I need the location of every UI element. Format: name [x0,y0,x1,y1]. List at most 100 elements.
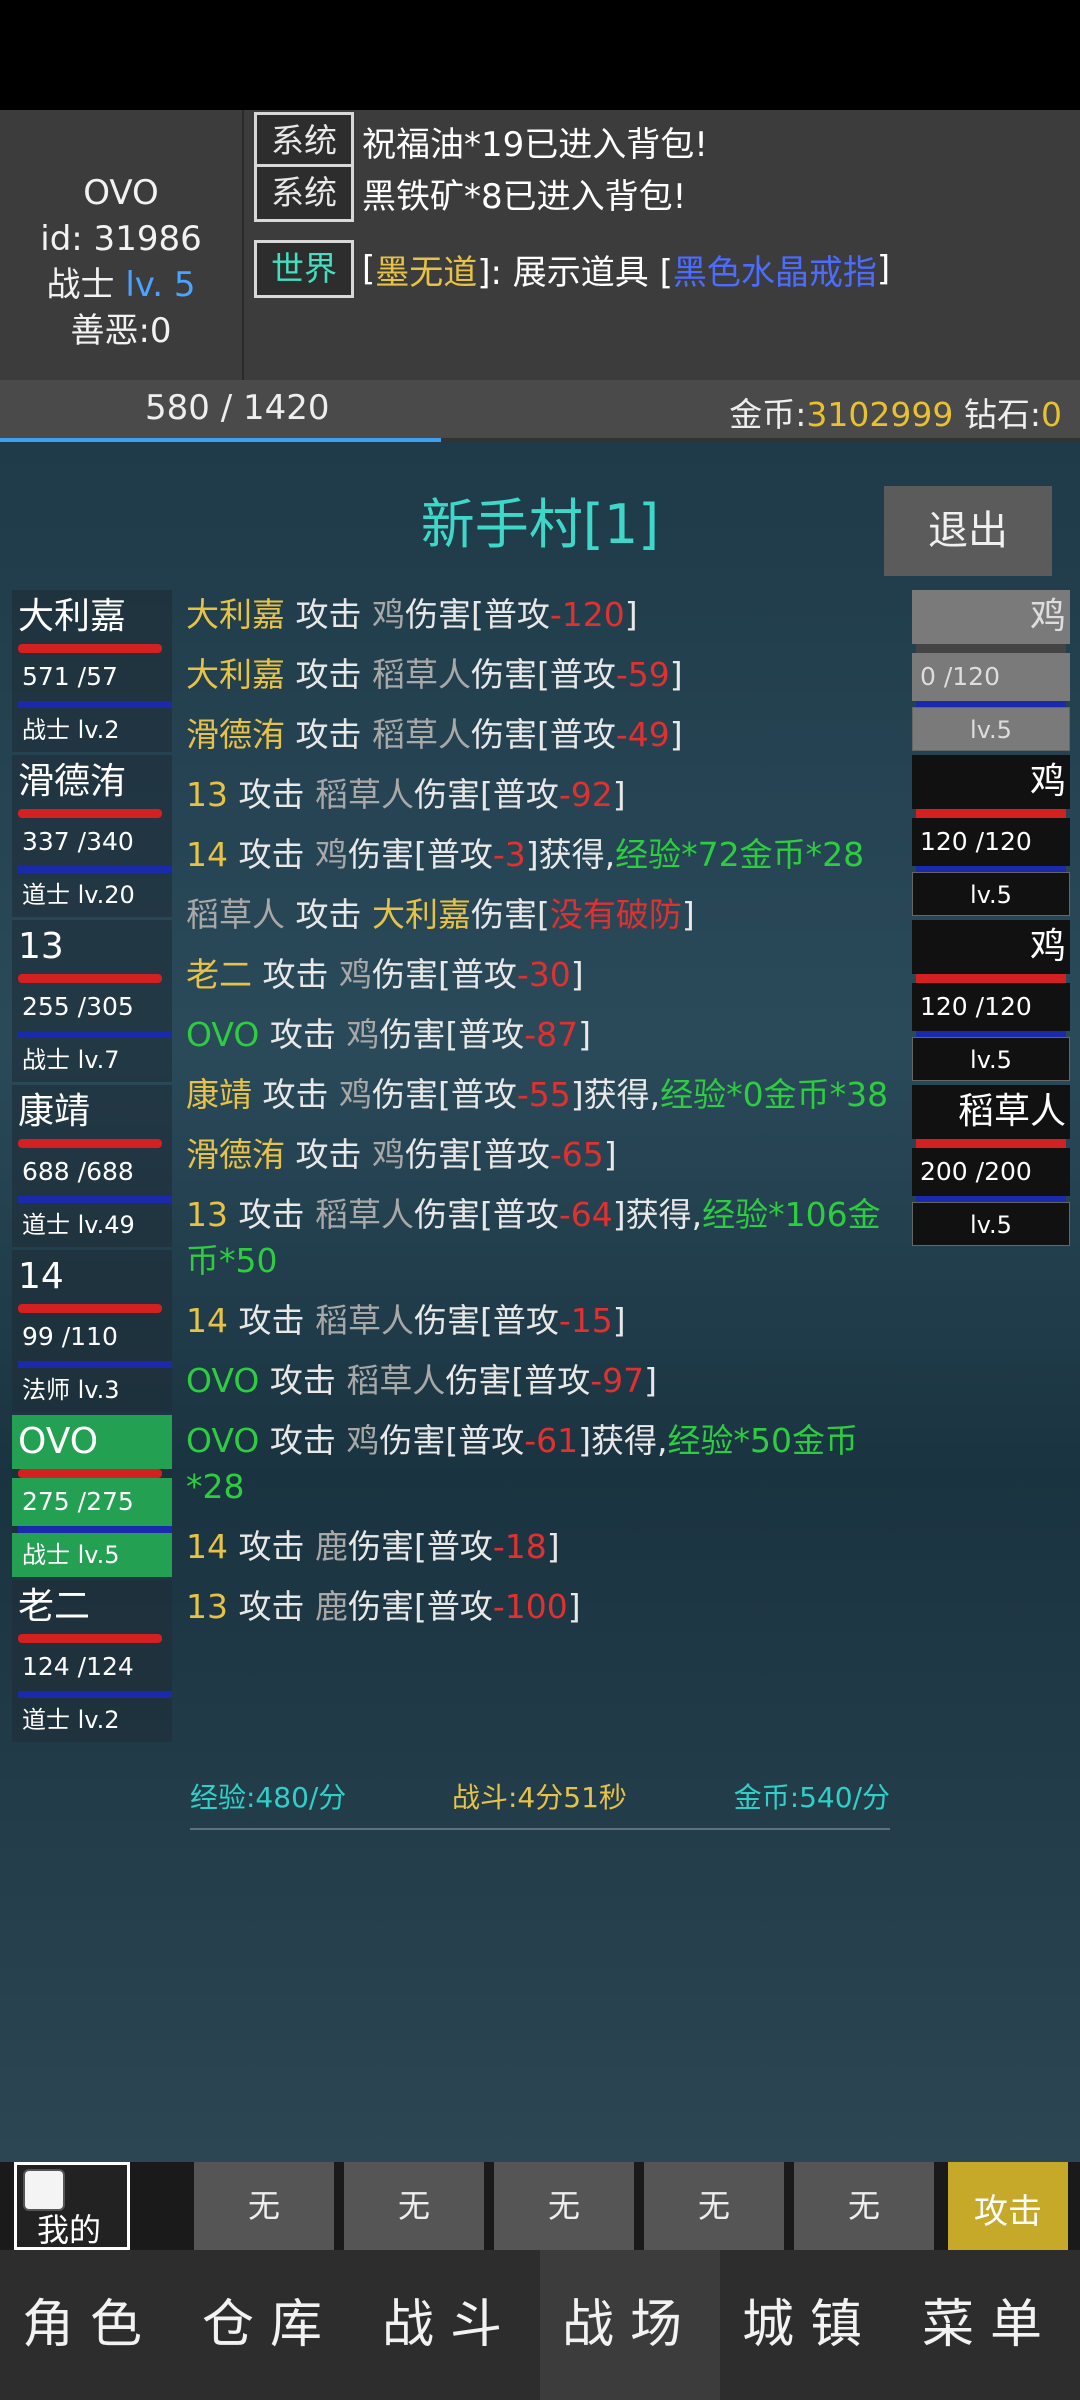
party-member-name: 13 [18,926,64,967]
currency-display: 金币:3102999 钻石:0 [729,388,1062,436]
log-target: 大利嘉 [371,895,471,934]
hp-bar [18,1139,162,1148]
nav-battle[interactable]: 战斗 [360,2250,540,2400]
log-target: 稻草人 [314,1195,414,1234]
battle-log-entry: 滑德洧 攻击 鸡伤害[普攻-65] [186,1132,892,1178]
enemy-card[interactable]: 鸡 120 /120 lv.5 [912,920,1070,1081]
log-damage-value: -100 [492,1587,568,1626]
party-member-class: 道士 lv.49 [22,1211,135,1239]
log-damage-value: -87 [524,1015,579,1054]
enemy-card[interactable]: 鸡 0 /120 lv.5 [912,590,1070,751]
log-verb: 攻击 [252,1075,339,1114]
chat-message: 世界 [墨无道]: 展示道具 [黑色水晶戒指] [254,238,890,300]
party-member-name: 康靖 [18,1091,91,1132]
log-verb: 攻击 [228,835,315,874]
log-attacker: 14 [186,1301,228,1340]
log-damage-type: 伤害[ [470,895,550,934]
log-reward: 经验*72金币*28 [615,835,865,874]
fight-time: 战斗:4分51秒 [452,1781,627,1814]
player-class: 战士 [46,265,115,305]
hp-bar [18,1304,162,1313]
log-attacker: 稻草人 [186,895,285,934]
log-verb: 攻击 [259,1015,347,1054]
status-bar [0,0,1080,110]
battle-log-entry: 老二 攻击 鸡伤害[普攻-30] [186,952,892,998]
exit-button[interactable]: 退出 [884,486,1052,576]
nav-menu[interactable]: 菜单 [900,2250,1080,2400]
enemy-hp: 120 /120 [912,818,1070,866]
nav-warehouse[interactable]: 仓库 [180,2250,360,2400]
battle-log-entry: 13 攻击 稻草人伤害[普攻-92] [186,772,892,818]
log-damage-value: -55 [516,1075,571,1114]
enemy-card[interactable]: 稻草人 200 /200 lv.5 [912,1085,1070,1246]
battle-log-entry: 13 攻击 稻草人伤害[普攻-64]获得,经验*106金币*50 [186,1192,892,1284]
diamond-label: 钻石: [963,395,1041,434]
log-target: 鸡 [314,835,348,874]
log-target: 鹿 [314,1527,348,1566]
enemy-level: lv.5 [912,872,1070,916]
skill-slot-5[interactable]: 无 [794,2162,934,2250]
party-member-card[interactable]: 滑德洧 337 /340 道士 lv.20 [12,755,172,917]
mp-bar [18,1196,172,1203]
battle-log[interactable]: 大利嘉 攻击 鸡伤害[普攻-120] 大利嘉 攻击 稻草人伤害[普攻-59] 滑德洧… [186,592,892,1752]
enemy-card[interactable]: 鸡 120 /120 lv.5 [912,755,1070,916]
party-member-card[interactable]: OVO 275 /275 战士 lv.5 [12,1415,172,1577]
log-target: 鹿 [314,1587,348,1626]
my-skills-label: 我的 [37,2211,102,2249]
log-damage-type: 伤害[普攻 [371,955,517,994]
enemy-level: lv.5 [912,1037,1070,1081]
log-damage-type: 伤害[普攻 [445,1361,591,1400]
skill-slot-1[interactable]: 无 [194,2162,334,2250]
log-attacker: 滑德洧 [186,715,285,754]
skill-slot-4[interactable]: 无 [644,2162,784,2250]
party-member-hp: 337 /340 [22,827,134,856]
log-damage-value: -49 [615,715,670,754]
log-target: 鸡 [346,1421,380,1460]
log-suffix: ] [612,775,626,814]
enemy-hp-bar [916,809,1066,818]
party-member-hp: 571 /57 [22,662,118,691]
enemy-hp-bar [916,1139,1066,1148]
enemy-name: 鸡 [912,755,1070,809]
mp-bar [18,701,172,708]
chat-message: 系统 黑铁矿*8已进入背包! [254,162,686,224]
party-member-card[interactable]: 13 255 /305 战士 lv.7 [12,920,172,1082]
nav-character[interactable]: 角色 [0,2250,180,2400]
my-skills-toggle[interactable]: 我的 [14,2162,130,2250]
party-member-card[interactable]: 老二 124 /124 道士 lv.2 [12,1580,172,1742]
battle-log-entry: 14 攻击 鹿伤害[普攻-18] [186,1524,892,1570]
battle-stats: 经验:480/分 战斗:4分51秒 金币:540/分 [190,1776,890,1828]
log-suffix: ]获得, [612,1195,703,1234]
bottom-nav: 角色 仓库 战斗 战场 城镇 菜单 [0,2250,1080,2400]
skill-slot-3[interactable]: 无 [494,2162,634,2250]
log-attacker: 老二 [186,955,252,994]
party-member-card[interactable]: 14 99 /110 法师 lv.3 [12,1250,172,1412]
resource-bar: 580 / 1420 金币:3102999 钻石:0 [0,380,1080,442]
chat-sender[interactable]: 墨无道 [375,245,477,294]
log-attacker: 14 [186,1527,228,1566]
player-profile[interactable]: OVO id: 31986 战士 lv. 5 善恶:0 [0,110,244,380]
battle-log-entry: 13 攻击 鹿伤害[普攻-100] [186,1584,892,1630]
log-suffix: ]获得, [578,1421,668,1460]
attack-button[interactable]: 攻击 [948,2162,1068,2250]
enemy-hp-bar [916,974,1066,983]
party-member-hp: 124 /124 [22,1652,134,1681]
chat-item-link[interactable]: 黑色水晶戒指 [673,245,877,294]
nav-town[interactable]: 城镇 [720,2250,900,2400]
party-member-hp: 275 /275 [12,1478,172,1526]
skill-slot-2[interactable]: 无 [344,2162,484,2250]
chat-log[interactable]: 系统 祝福油*19已进入背包! 系统 黑铁矿*8已进入背包! 世界 [墨无道]:… [250,110,1080,380]
party-member-class: 道士 lv.2 [22,1706,120,1734]
party-member-card[interactable]: 大利嘉 571 /57 战士 lv.2 [12,590,172,752]
mp-bar [18,1361,172,1368]
battle-log-entry: OVO 攻击 鸡伤害[普攻-87] [186,1012,892,1058]
nav-battlefield[interactable]: 战场 [540,2250,720,2400]
player-class-level: 战士 lv. 5 [0,262,242,308]
battle-log-entry: 14 攻击 鸡伤害[普攻-3]获得,经验*72金币*28 [186,832,892,878]
log-attacker: 滑德洧 [186,1135,285,1174]
party-member-card[interactable]: 康靖 688 /688 道士 lv.49 [12,1085,172,1247]
party-member-class: 战士 lv.2 [22,716,120,744]
player-id: id: 31986 [40,219,202,259]
log-target: 稻草人 [371,715,471,754]
log-target: 鸡 [371,595,405,634]
